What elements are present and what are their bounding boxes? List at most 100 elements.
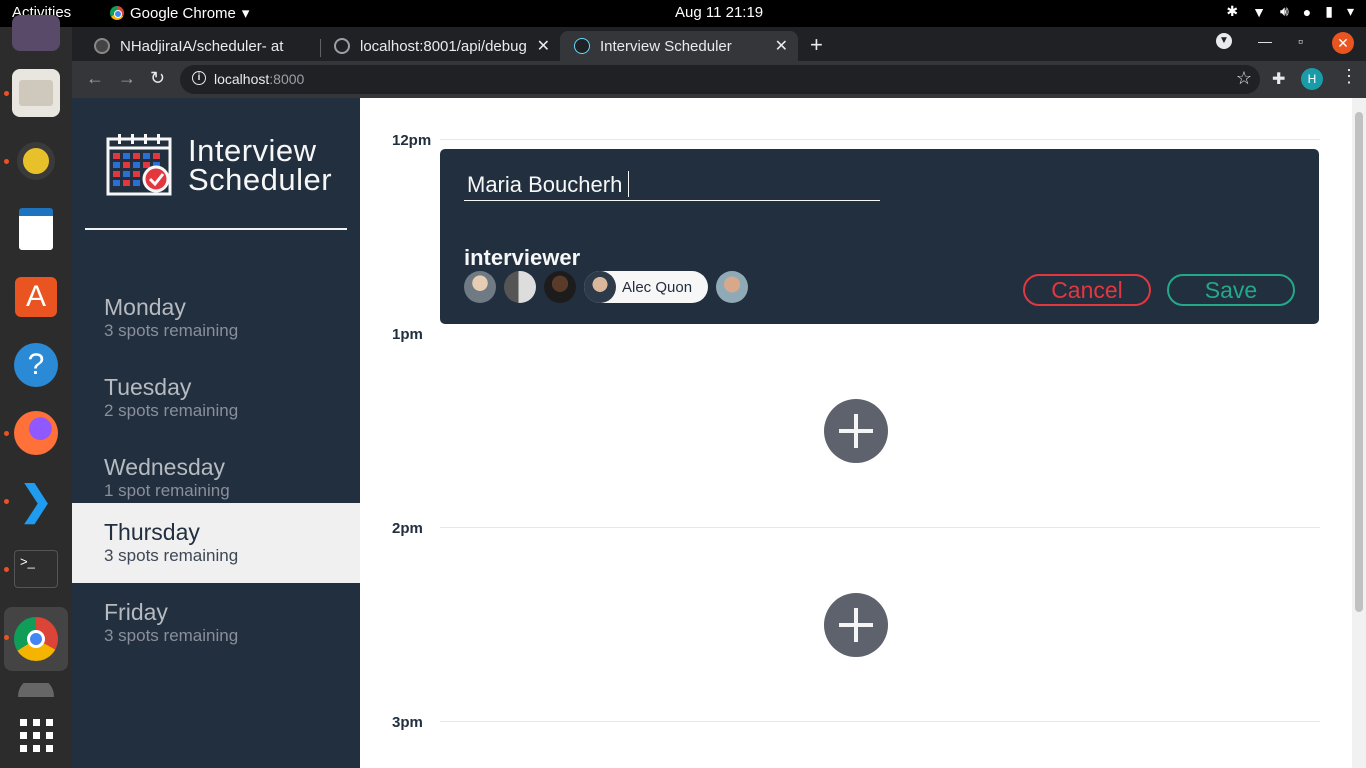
appointment-form: interviewer Alec Quon Cancel Save — [440, 149, 1319, 324]
slack-tray-icon[interactable]: ✱ — [1226, 3, 1238, 20]
close-tab-icon[interactable]: ✕ — [775, 36, 788, 56]
scrollbar-thumb[interactable] — [1355, 112, 1363, 612]
sidebar: Interview Scheduler Monday 3 spots remai… — [72, 98, 360, 768]
reload-button[interactable]: ↻ — [150, 68, 165, 89]
running-indicator — [4, 91, 9, 96]
battery-icon: ▮ — [1325, 3, 1333, 19]
files-icon[interactable] — [12, 69, 60, 117]
chrome-icon — [110, 6, 124, 20]
browser-tab-strip: NHadjiraIA/scheduler- at localhost:8001/… — [72, 27, 1366, 61]
system-tray[interactable]: ✱ ▼ 🔊︎ ● ▮ ▾ — [1226, 3, 1354, 20]
add-appointment-button[interactable] — [824, 399, 888, 463]
day-spots: 1 spot remaining — [104, 481, 230, 500]
day-name: Wednesday — [104, 454, 226, 480]
page-scrollbar[interactable] — [1352, 98, 1366, 768]
github-icon — [94, 38, 110, 54]
tab-title: Interview Scheduler — [600, 37, 732, 55]
chrome-icon[interactable] — [4, 607, 68, 671]
rhythmbox-icon[interactable] — [12, 137, 60, 185]
day-tuesday[interactable]: Tuesday 2 spots remaining — [72, 358, 360, 438]
back-button[interactable]: ← — [86, 68, 104, 89]
system-menu-chevron-icon[interactable]: ▾ — [1347, 3, 1354, 20]
student-name-input[interactable] — [464, 169, 880, 201]
tab-title: NHadjiraIA/scheduler- at — [120, 37, 284, 55]
text-cursor — [628, 171, 629, 197]
day-monday[interactable]: Monday 3 spots remaining — [72, 278, 360, 358]
day-name: Tuesday — [104, 374, 192, 400]
clock[interactable]: Aug 11 21:19 — [675, 4, 763, 21]
brand-line: Interview — [188, 133, 317, 168]
trash-icon[interactable] — [12, 683, 60, 697]
interviewer-avatar[interactable] — [504, 271, 536, 303]
interviewer-avatar[interactable] — [716, 271, 749, 303]
running-indicator — [4, 159, 9, 164]
interviewer-label: interviewer — [464, 245, 581, 270]
interviewer-avatar — [584, 271, 616, 303]
system-top-bar: Activities Google Chrome ▾ Aug 11 21:19 … — [0, 0, 1366, 27]
react-icon — [574, 38, 590, 54]
extensions-icon[interactable]: ✚ — [1272, 69, 1285, 89]
day-spots: 2 spots remaining — [104, 401, 239, 420]
brand-title: Interview Scheduler — [188, 133, 333, 197]
interviewer-avatar[interactable] — [464, 271, 496, 303]
day-name: Thursday — [104, 519, 200, 545]
dock: A ? ❯ >_ — [0, 15, 72, 768]
running-indicator — [4, 499, 9, 504]
tab-api-debug[interactable]: localhost:8001/api/debug ✕ — [320, 31, 560, 61]
day-friday[interactable]: Friday 3 spots remaining — [72, 583, 360, 663]
writer-icon[interactable] — [12, 205, 60, 253]
cancel-button[interactable]: Cancel — [1023, 274, 1151, 306]
globe-icon — [334, 38, 350, 54]
help-icon[interactable]: ? — [12, 341, 60, 389]
bookmark-star-icon[interactable]: ☆ — [1236, 68, 1252, 89]
address-bar[interactable]: i localhost:8000 ☆ — [180, 65, 1260, 94]
add-appointment-button[interactable] — [824, 593, 888, 657]
day-spots: 3 spots remaining — [104, 321, 239, 340]
sidebar-divider — [85, 228, 347, 230]
maximize-button[interactable]: ▫ — [1298, 33, 1303, 49]
tab-search-icon[interactable]: ▼ — [1216, 33, 1232, 49]
browser-toolbar: ← → ↻ i localhost:8000 ☆ ✚ H ⋮ — [72, 61, 1366, 98]
app-menu-label: Google Chrome — [130, 4, 236, 22]
close-tab-icon[interactable]: ✕ — [537, 36, 550, 56]
slot-separator — [440, 721, 1320, 722]
thunderbird-icon[interactable] — [12, 15, 60, 51]
chevron-down-icon: ▾ — [241, 5, 250, 22]
url-text[interactable]: localhost:8000 — [214, 71, 304, 87]
firefox-icon[interactable] — [12, 409, 60, 457]
tab-interview-scheduler[interactable]: Interview Scheduler ✕ — [560, 31, 798, 61]
selected-interviewer[interactable]: Alec Quon — [584, 271, 709, 303]
vscode-icon[interactable]: ❯ — [12, 477, 60, 525]
software-icon[interactable]: A — [12, 273, 60, 321]
tab-github[interactable]: NHadjiraIA/scheduler- at — [80, 31, 320, 61]
time-label: 12pm — [392, 132, 432, 149]
close-window-button[interactable]: ✕ — [1332, 32, 1354, 54]
interviewer-list: Alec Quon — [464, 271, 749, 303]
tab-title: localhost:8001/api/debug — [360, 37, 527, 55]
new-tab-button[interactable]: + — [810, 32, 823, 58]
calendar-logo-icon — [106, 134, 172, 196]
interviewer-avatar[interactable] — [544, 271, 576, 303]
slot-separator — [440, 527, 1320, 528]
time-label: 1pm — [392, 326, 423, 343]
time-label: 3pm — [392, 714, 423, 731]
minimize-button[interactable]: — — [1258, 33, 1272, 49]
running-indicator — [4, 567, 9, 572]
wifi-icon: ▼ — [1252, 3, 1266, 20]
day-spots: 3 spots remaining — [104, 546, 239, 565]
chrome-menu-icon[interactable]: ⋮ — [1340, 66, 1358, 87]
brand-line: Scheduler — [188, 162, 333, 197]
day-thursday[interactable]: Thursday 3 spots remaining — [72, 503, 360, 583]
info-icon[interactable]: i — [192, 71, 206, 85]
save-button[interactable]: Save — [1167, 274, 1295, 306]
day-spots: 3 spots remaining — [104, 626, 239, 645]
slot-separator — [440, 139, 1320, 140]
terminal-icon[interactable]: >_ — [12, 545, 60, 593]
microphone-icon: ● — [1302, 3, 1312, 20]
day-name: Monday — [104, 294, 186, 320]
profile-avatar[interactable]: H — [1301, 68, 1323, 90]
apps-grid-icon[interactable] — [12, 711, 60, 759]
forward-button[interactable]: → — [118, 68, 136, 89]
app-menu[interactable]: Google Chrome ▾ — [110, 4, 249, 22]
day-name: Friday — [104, 599, 168, 625]
